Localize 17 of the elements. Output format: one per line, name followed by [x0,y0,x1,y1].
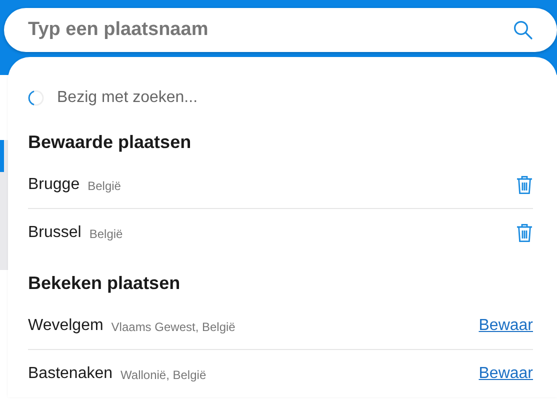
place-region: België [89,226,123,240]
trash-icon[interactable] [516,222,533,242]
save-link[interactable]: Bewaar [478,316,533,334]
place-region: België [88,178,121,192]
search-icon[interactable] [513,20,533,40]
save-link[interactable]: Bewaar [478,364,533,382]
trash-icon[interactable] [516,174,533,194]
place-name[interactable]: Brussel [28,224,82,242]
section-heading: Bewaarde plaatsen [28,131,192,154]
place-name[interactable]: Bastenaken [28,364,113,382]
search-field[interactable]: Typ een plaatsnaam [4,8,557,52]
place-region: Vlaams Gewest, België [111,320,236,334]
section-heading: Bekeken plaatsen [28,272,182,295]
place-region: Wallonië, België [120,368,206,382]
loading-text: Bezig met zoeken... [57,89,198,107]
place-name[interactable]: Wevelgem [28,316,104,334]
place-name[interactable]: Brugge [28,176,80,194]
